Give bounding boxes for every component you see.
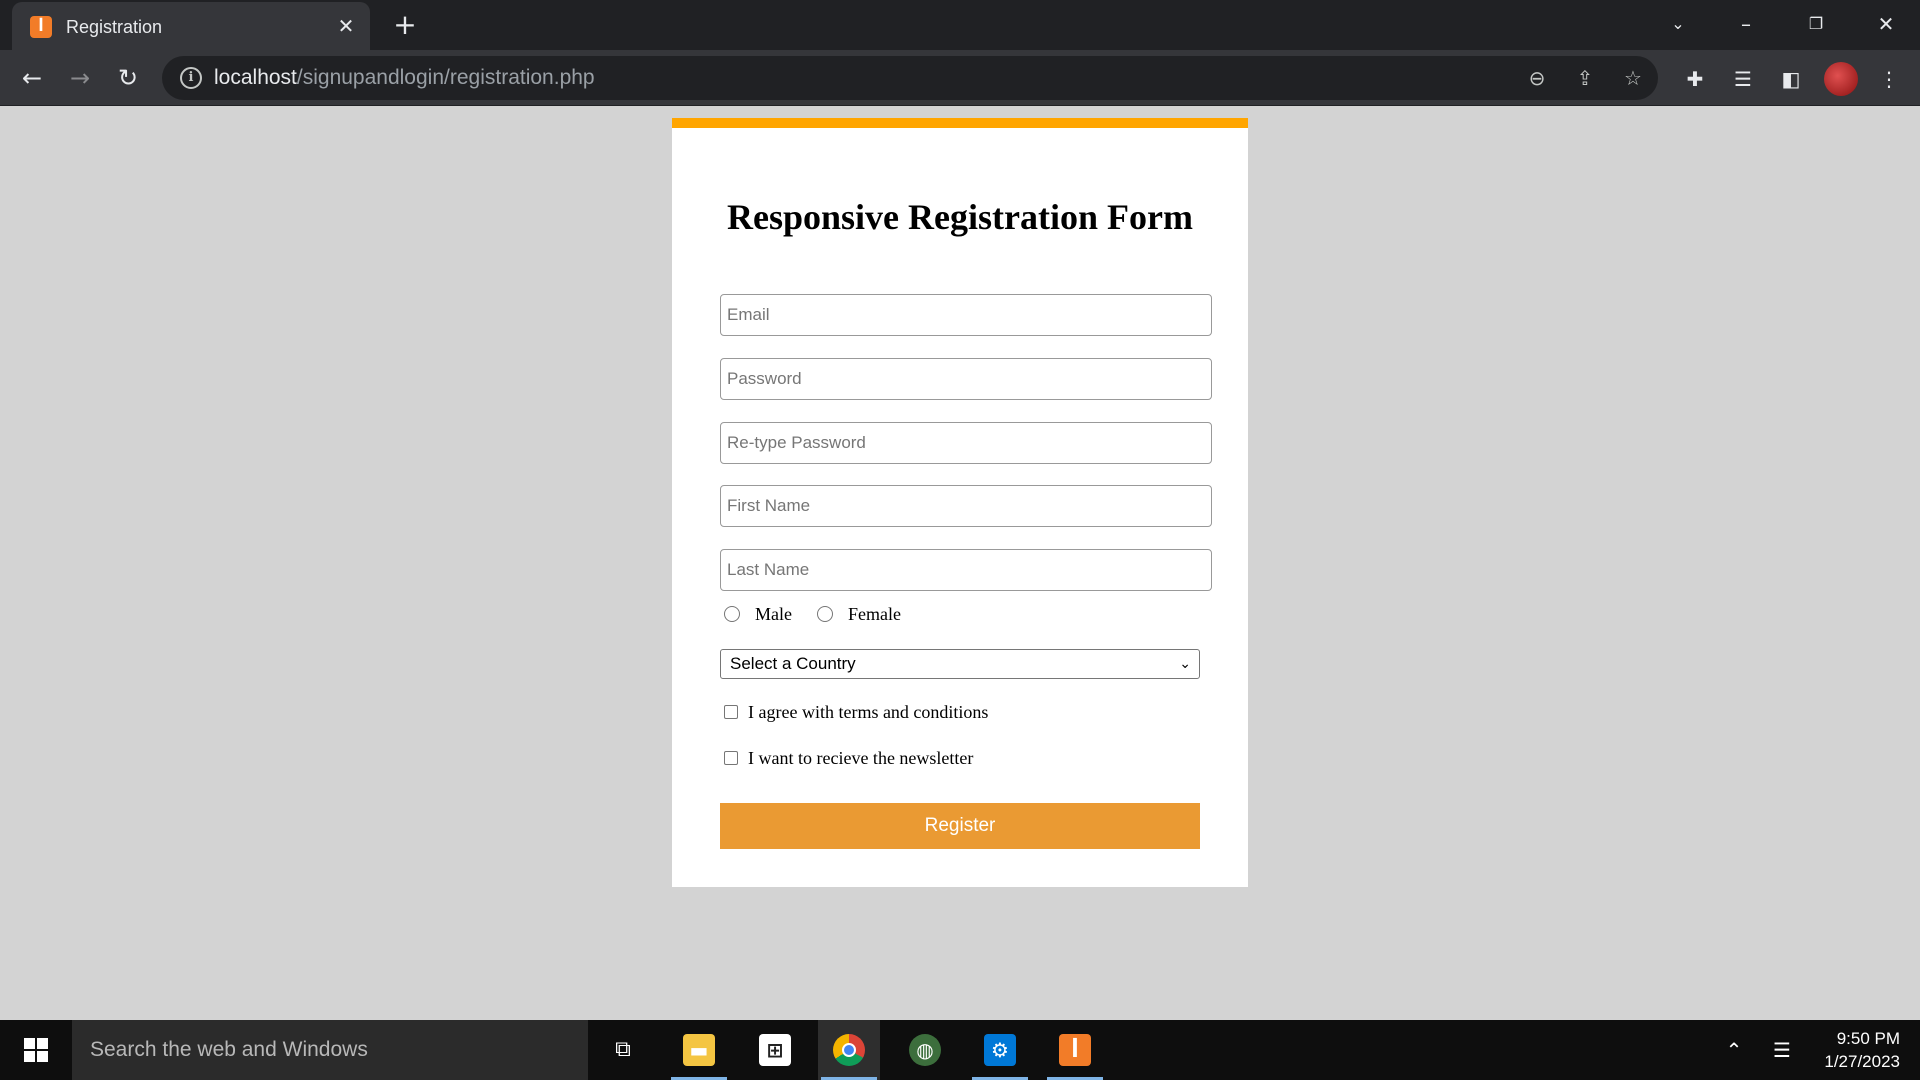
taskbar-file-explorer[interactable]: ▬	[668, 1020, 730, 1080]
newsletter-label: I want to recieve the newsletter	[748, 748, 974, 768]
taskbar-clock[interactable]: 9:50 PM 1/27/2023	[1800, 1027, 1900, 1073]
browser-tab-bar: ꟾ Registration ✕ + ⌄ – ❐ ✕	[0, 0, 1920, 50]
task-view-icon: ⧉	[615, 1037, 631, 1062]
last-name-field[interactable]	[720, 549, 1212, 591]
taskbar-search-input[interactable]: Search the web and Windows	[72, 1020, 588, 1080]
zoom-out-icon[interactable]: ⊖	[1524, 65, 1550, 91]
retype-password-field[interactable]	[720, 422, 1212, 464]
tab-close-icon[interactable]: ✕	[334, 14, 358, 38]
terms-label: I agree with terms and conditions	[748, 702, 989, 722]
tab-search-chevron-icon[interactable]: ⌄	[1656, 8, 1700, 40]
menu-kebab-icon[interactable]: ⋮	[1874, 64, 1904, 94]
side-panel-icon[interactable]: ◧	[1776, 64, 1806, 94]
share-icon[interactable]: ⇪	[1572, 65, 1598, 91]
country-select-value: Select a Country	[730, 654, 856, 673]
globe-icon: ◍	[909, 1034, 941, 1066]
reload-button[interactable]: ↻	[110, 60, 146, 96]
password-field[interactable]	[720, 358, 1212, 400]
female-label: Female	[848, 604, 901, 624]
female-radio[interactable]	[817, 606, 833, 622]
restore-button[interactable]: ❐	[1794, 8, 1838, 40]
country-select[interactable]: Select a Country ⌄	[720, 649, 1200, 679]
address-bar[interactable]: i localhost/signupandlogin/registration.…	[162, 56, 1658, 100]
start-button[interactable]	[0, 1020, 72, 1080]
new-tab-button[interactable]: +	[390, 10, 420, 40]
tab-title: Registration	[66, 17, 163, 37]
minimize-button[interactable]: –	[1724, 8, 1768, 40]
clock-time: 9:50 PM	[1836, 1029, 1900, 1048]
clock-date: 1/27/2023	[1824, 1052, 1900, 1071]
folder-icon: ▬	[683, 1034, 715, 1066]
male-radio[interactable]	[724, 606, 740, 622]
browser-tab[interactable]: ꟾ Registration ✕	[12, 2, 370, 50]
windows-logo-icon	[24, 1038, 35, 1049]
task-view-button[interactable]: ⧉	[592, 1020, 654, 1080]
xampp-icon: ꟾ	[30, 16, 52, 38]
registration-card: Responsive Registration Form Male Female…	[672, 118, 1248, 887]
windows-logo-icon-part	[24, 1051, 35, 1062]
forward-button[interactable]: →	[62, 60, 98, 96]
male-label: Male	[755, 604, 792, 624]
chevron-down-icon: ⌄	[1179, 656, 1191, 672]
form-title: Responsive Registration Form	[727, 197, 1193, 237]
tray-chevron-up-icon[interactable]: ⌃	[1720, 1036, 1748, 1064]
browser-toolbar: ← → ↻ i localhost/signupandlogin/registr…	[0, 50, 1920, 106]
taskbar-app-globe[interactable]: ◍	[894, 1020, 956, 1080]
taskbar-chrome[interactable]	[818, 1020, 880, 1080]
media-control-icon[interactable]: ☰	[1728, 64, 1758, 94]
terms-checkbox[interactable]	[724, 705, 738, 719]
taskbar-store[interactable]: ⊞	[744, 1020, 806, 1080]
taskbar-settings[interactable]: ⚙	[969, 1020, 1031, 1080]
taskbar-search-placeholder: Search the web and Windows	[90, 1038, 368, 1061]
xampp-icon: ꟾ	[1059, 1034, 1091, 1066]
action-center-icon[interactable]: ☰	[1768, 1036, 1796, 1064]
email-field[interactable]	[720, 294, 1212, 336]
bookmark-star-icon[interactable]: ☆	[1620, 65, 1646, 91]
windows-logo-icon-part	[37, 1038, 48, 1049]
first-name-field[interactable]	[720, 485, 1212, 527]
taskbar-xampp[interactable]: ꟾ	[1044, 1020, 1106, 1080]
register-button[interactable]: Register	[720, 803, 1200, 849]
chrome-icon	[833, 1034, 865, 1066]
back-button[interactable]: ←	[14, 60, 50, 96]
newsletter-checkbox[interactable]	[724, 751, 738, 765]
gear-icon: ⚙	[984, 1034, 1016, 1066]
close-window-button[interactable]: ✕	[1864, 8, 1908, 40]
extensions-icon[interactable]: ✚	[1680, 64, 1710, 94]
url-text[interactable]: localhost/signupandlogin/registration.ph…	[214, 67, 595, 89]
store-bag-icon: ⊞	[759, 1034, 791, 1066]
profile-avatar[interactable]	[1824, 62, 1858, 96]
windows-taskbar: Search the web and Windows ⧉ ▬ ⊞ ◍ ⚙ ꟾ ⌃…	[0, 1020, 1920, 1080]
site-info-icon[interactable]: i	[180, 67, 202, 89]
windows-logo-icon-part	[37, 1051, 48, 1062]
